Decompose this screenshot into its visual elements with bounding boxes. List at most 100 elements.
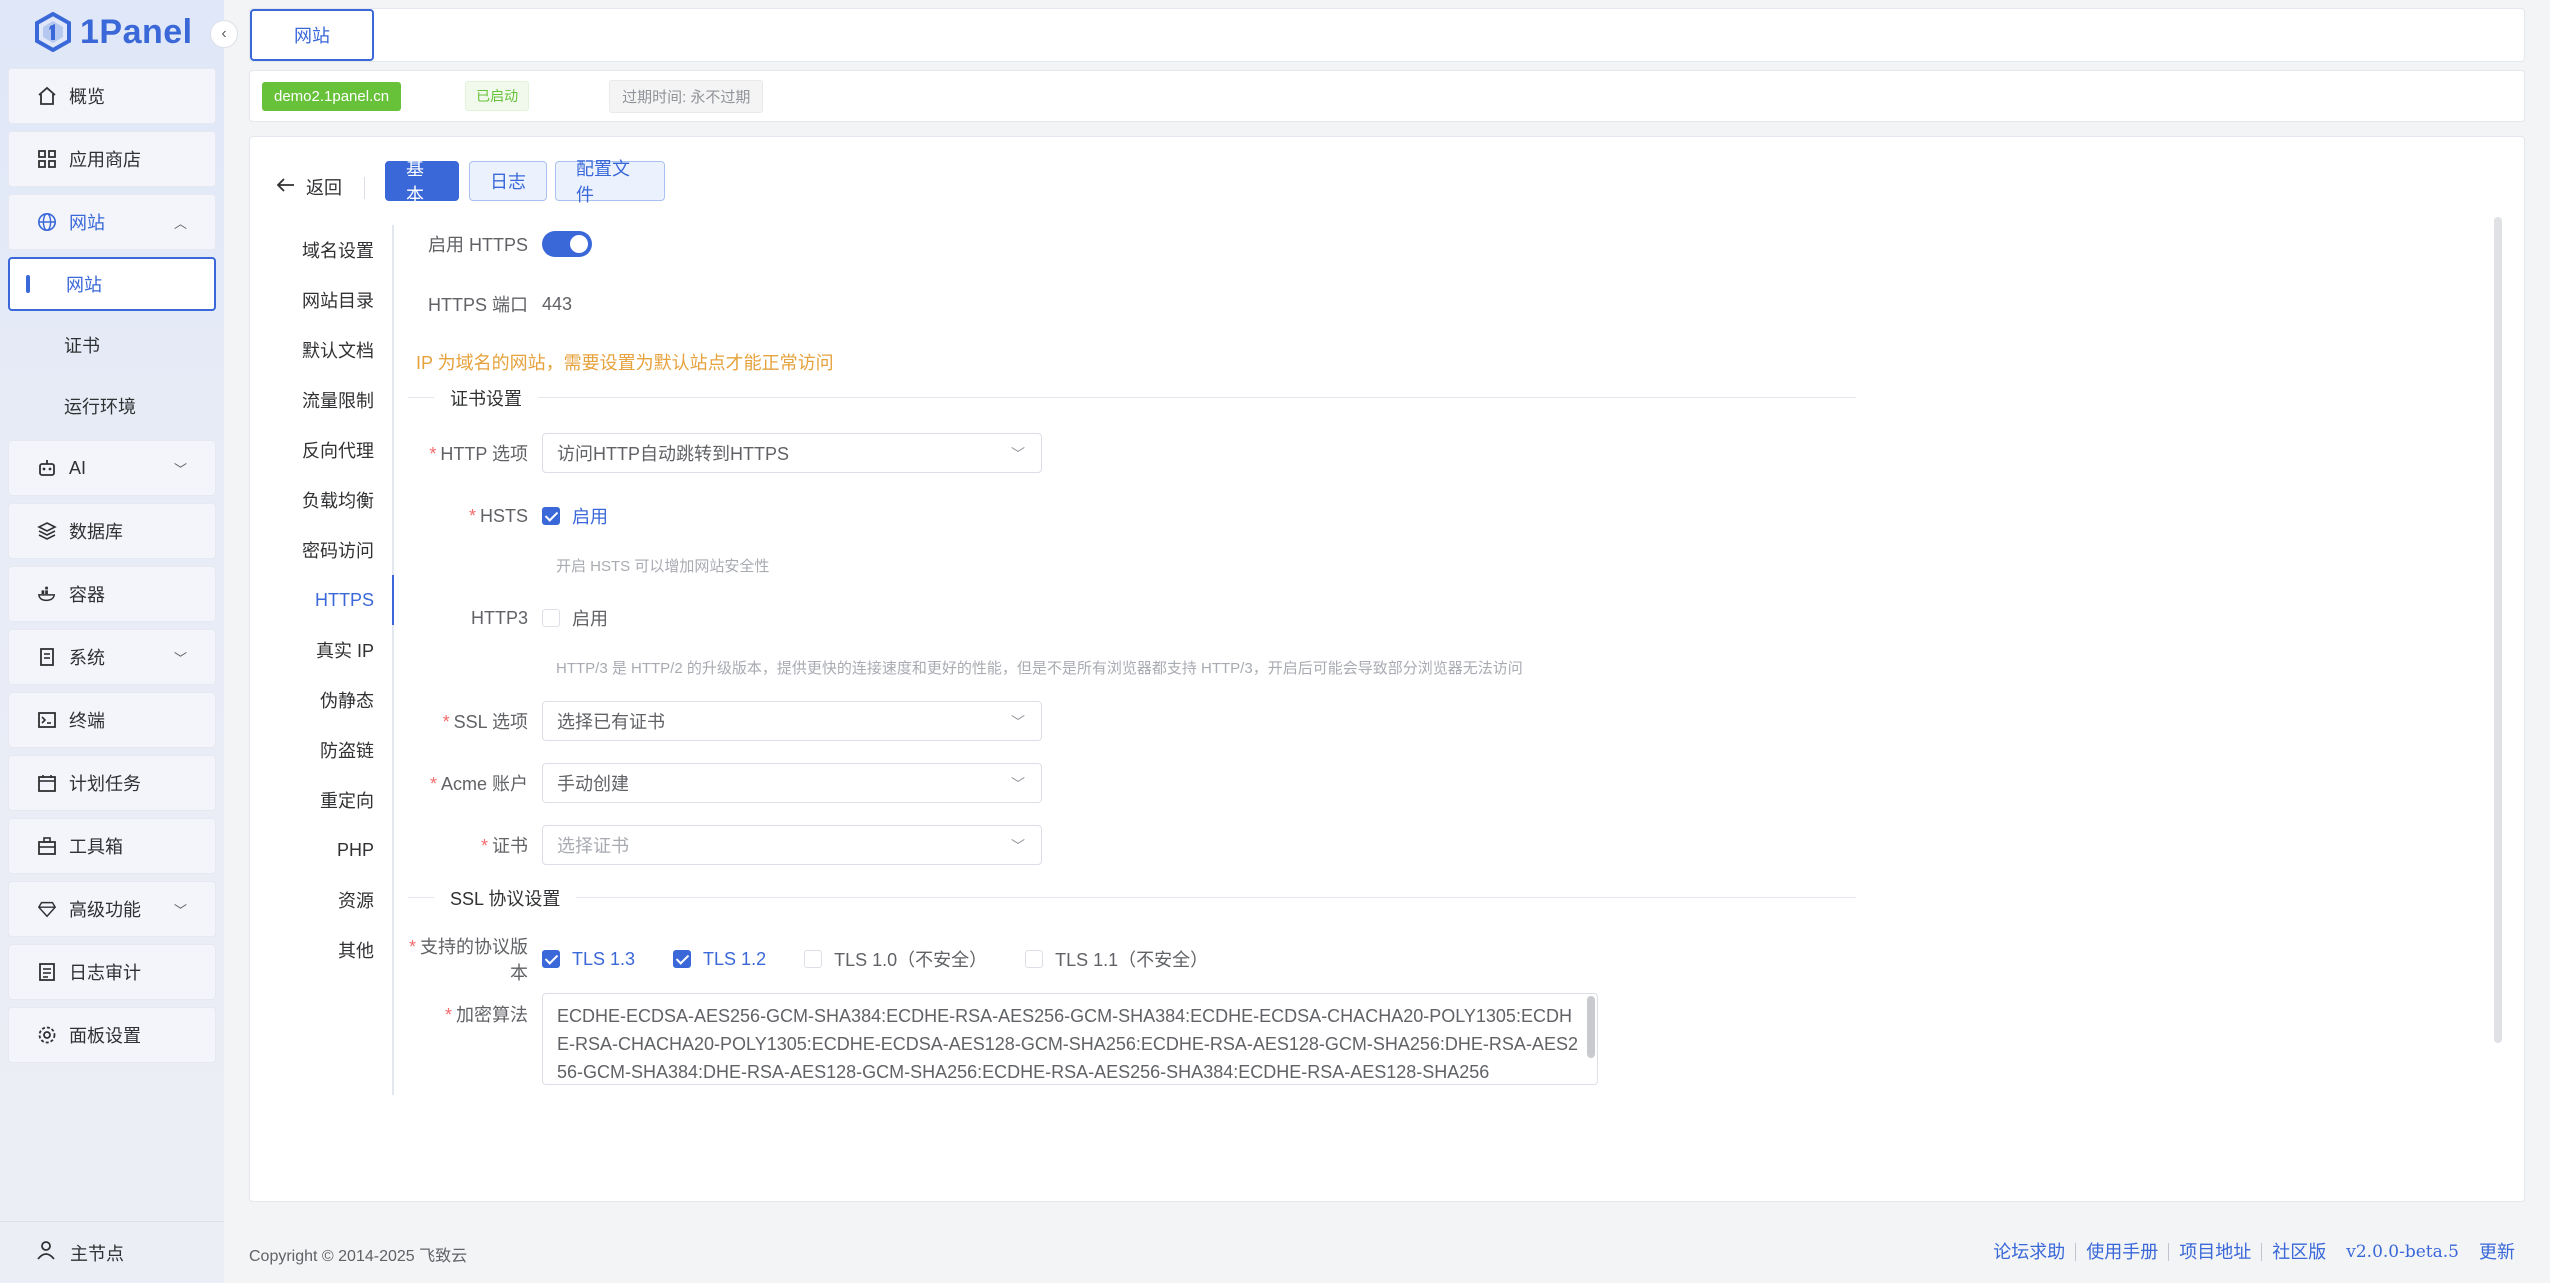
subnav-https[interactable]: HTTPS	[250, 575, 394, 625]
update-link[interactable]: 更新	[2469, 1243, 2525, 1261]
tab-config-file[interactable]: 配置文件	[555, 159, 665, 205]
brand-name: 1Panel	[80, 12, 193, 51]
submenu-item-website[interactable]: 网站	[8, 257, 216, 311]
menu-item-toolbox[interactable]: 工具箱	[8, 818, 216, 874]
row-http3: HTTP3 启用	[394, 605, 648, 631]
menu-item-cron[interactable]: 计划任务	[8, 755, 216, 811]
subnav-other[interactable]: 其他	[250, 925, 394, 975]
subnav-resource[interactable]: 资源	[250, 875, 394, 925]
menu-item-terminal[interactable]: 终端	[8, 692, 216, 748]
cipher-label: * 加密算法	[444, 1005, 528, 1025]
subnav-anti-leech[interactable]: 防盗链	[250, 725, 394, 775]
http-option-select[interactable]: 访问HTTP自动跳转到HTTPS ﹀	[542, 433, 1042, 473]
ssl-option-select[interactable]: 选择已有证书 ﹀	[542, 701, 1042, 741]
https-port-value: 443	[542, 293, 573, 314]
arrow-left-icon	[276, 177, 296, 198]
tab-website[interactable]: 网站	[250, 9, 374, 61]
menu-item-database[interactable]: 数据库	[8, 503, 216, 559]
menu-item-ai[interactable]: AI ﹀	[8, 440, 216, 496]
chevron-down-icon: ﹀	[173, 651, 187, 666]
link-community[interactable]: 社区版	[2262, 1243, 2336, 1261]
menu-item-log-audit[interactable]: 日志审计	[8, 944, 216, 1000]
subnav-rate-limit[interactable]: 流量限制	[250, 375, 394, 425]
enable-https-switch[interactable]	[542, 231, 592, 257]
grid-icon	[37, 149, 57, 169]
subnav-site-dir[interactable]: 网站目录	[250, 275, 394, 325]
back-label: 返回	[306, 178, 342, 198]
certificate-select[interactable]: 选择证书 ﹀	[542, 825, 1042, 865]
menu-item-container[interactable]: 容器	[8, 566, 216, 622]
row-protocols: * 支持的协议版本 TLS 1.3 TLS 1.2 TLS 1.0（不安全） TL…	[394, 933, 1248, 985]
subnav-rewrite[interactable]: 伪静态	[250, 675, 394, 725]
menu-label: 面板设置	[69, 1026, 141, 1046]
subnav-border	[250, 975, 394, 1095]
hsts-checkbox[interactable]: 启用	[542, 503, 608, 529]
submenu-item-runtime[interactable]: 运行环境	[8, 379, 216, 433]
tls10-checkbox[interactable]: TLS 1.0（不安全）	[804, 946, 987, 972]
subnav-default-doc[interactable]: 默认文档	[250, 325, 394, 375]
row-hsts: * HSTS 启用	[394, 503, 648, 529]
checkbox-checked-icon	[542, 507, 560, 525]
tls13-checkbox[interactable]: TLS 1.3	[542, 949, 635, 970]
footer-links: 论坛求助 使用手册 项目地址 社区版 v2.0.0-beta.5 更新	[1983, 1242, 2525, 1262]
menu-item-settings[interactable]: 面板设置	[8, 1007, 216, 1063]
tab-log[interactable]: 日志	[469, 161, 547, 201]
row-enable-https: 启用 HTTPS	[394, 231, 592, 257]
acme-account-select[interactable]: 手动创建 ﹀	[542, 763, 1042, 803]
menu-label: 应用商店	[69, 150, 141, 170]
collapse-sidebar-button[interactable]: ‹	[210, 20, 238, 48]
globe-icon	[37, 212, 57, 232]
diamond-icon	[37, 899, 57, 919]
hsts-hint: 开启 HSTS 可以增加网站安全性	[556, 558, 770, 575]
tab-basic[interactable]: 基本	[385, 159, 459, 205]
subnav-redirect[interactable]: 重定向	[250, 775, 394, 825]
settings-subnav: 域名设置 网站目录 默认文档 流量限制 反向代理 负载均衡 密码访问 HTTPS…	[250, 225, 394, 1095]
subnav-real-ip[interactable]: 真实 IP	[250, 625, 394, 675]
version-label: v2.0.0-beta.5	[2346, 1242, 2459, 1262]
link-forum[interactable]: 论坛求助	[1983, 1243, 2077, 1261]
textarea-scrollbar[interactable]	[1587, 996, 1595, 1058]
menu-item-overview[interactable]: 概览	[8, 68, 216, 124]
subnav-php[interactable]: PHP	[250, 825, 394, 875]
tls12-checkbox[interactable]: TLS 1.2	[673, 949, 766, 970]
row-ssl-option: * SSL 选项 选择已有证书 ﹀	[394, 701, 1042, 741]
toolbox-icon	[37, 836, 57, 856]
certificate-label: * 证书	[480, 836, 528, 856]
toolbar-divider	[364, 177, 365, 199]
cipher-value: ECDHE-ECDSA-AES256-GCM-SHA384:ECDHE-RSA-…	[557, 1006, 1578, 1082]
server-icon	[37, 647, 57, 667]
menu-item-app-store[interactable]: 应用商店	[8, 131, 216, 187]
http3-checkbox[interactable]: 启用	[542, 605, 608, 631]
user-icon	[36, 1240, 56, 1265]
subnav-domain[interactable]: 域名设置	[250, 225, 394, 275]
subnav-reverse-proxy[interactable]: 反向代理	[250, 425, 394, 475]
protocols-label: * 支持的协议版本	[408, 937, 528, 983]
back-button[interactable]: 返回	[276, 167, 342, 207]
tls11-checkbox[interactable]: TLS 1.1（不安全）	[1025, 946, 1208, 972]
menu-item-system[interactable]: 系统 ﹀	[8, 629, 216, 685]
row-https-port: HTTPS 端口 443	[394, 291, 572, 317]
link-manual[interactable]: 使用手册	[2076, 1243, 2170, 1261]
cert-section-divider	[408, 397, 1856, 398]
submenu-item-certificate[interactable]: 证书	[8, 318, 216, 372]
submenu-label: 网站	[66, 275, 102, 295]
cipher-textarea[interactable]: ECDHE-ECDSA-AES256-GCM-SHA384:ECDHE-RSA-…	[542, 993, 1598, 1085]
hsts-label: * HSTS	[468, 505, 528, 526]
tab-bar: 网站	[249, 8, 2525, 62]
page-scrollbar[interactable]	[2494, 217, 2502, 1043]
subnav-password-access[interactable]: 密码访问	[250, 525, 394, 575]
gear-icon	[37, 1025, 57, 1045]
node-switcher[interactable]: 主节点	[0, 1221, 224, 1283]
enable-https-label: 启用 HTTPS	[427, 235, 528, 255]
link-project[interactable]: 项目地址	[2169, 1243, 2263, 1261]
menu-item-advanced[interactable]: 高级功能 ﹀	[8, 881, 216, 937]
ssl-section-title: SSL 协议设置	[434, 885, 577, 911]
subnav-load-balance[interactable]: 负载均衡	[250, 475, 394, 525]
sidebar: 1Panel ‹ 概览 应用商店 网站 ︿ 网站 证书 运行环境 AI ﹀ 数据…	[0, 0, 238, 1283]
logo[interactable]: 1Panel	[34, 10, 193, 54]
robot-icon	[37, 458, 57, 478]
row-certificate: * 证书 选择证书 ﹀	[394, 825, 1042, 865]
chevron-left-icon: ‹	[221, 25, 227, 42]
layers-icon	[37, 521, 57, 541]
menu-item-website[interactable]: 网站 ︿	[8, 194, 216, 250]
